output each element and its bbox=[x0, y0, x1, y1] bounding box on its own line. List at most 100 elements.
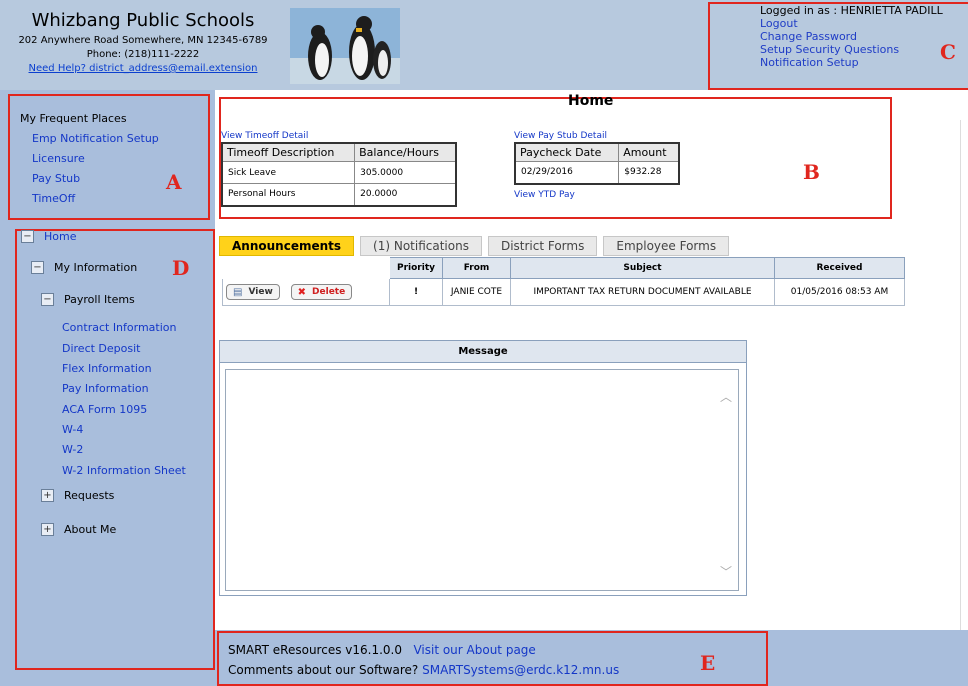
table-row: Personal Hours 20.0000 bbox=[221, 183, 457, 206]
freq-licensure[interactable]: Licensure bbox=[32, 152, 85, 165]
tab-bar: Announcements (1) Notifications District… bbox=[219, 236, 735, 256]
table-row: Sick Leave 305.0000 bbox=[221, 161, 457, 184]
col-from: From bbox=[442, 257, 511, 279]
row-actions: ▤ View ✖ Delete bbox=[222, 278, 390, 306]
announcements-table: Priority From Subject Received ▤ View ✖ De… bbox=[222, 257, 905, 306]
paystub-col-date: Paycheck Date bbox=[514, 142, 620, 162]
freq-pay-stub[interactable]: Pay Stub bbox=[32, 172, 80, 185]
scroll-up-icon[interactable]: ︿ bbox=[720, 388, 732, 405]
cell-from: JANIE COTE bbox=[442, 278, 511, 306]
delete-button-label: Delete bbox=[312, 287, 346, 297]
close-icon: ✖ bbox=[297, 286, 307, 298]
tree-my-information[interactable]: − My Information bbox=[31, 261, 137, 274]
link-pay-information[interactable]: Pay Information bbox=[62, 382, 149, 395]
callout-d: D bbox=[172, 256, 190, 280]
collapse-icon[interactable]: − bbox=[31, 261, 44, 274]
freq-timeoff[interactable]: TimeOff bbox=[32, 192, 75, 205]
message-header: Message bbox=[220, 341, 746, 363]
delete-button[interactable]: ✖ Delete bbox=[290, 284, 353, 300]
timeoff-col-description: Timeoff Description bbox=[221, 142, 356, 162]
collapse-icon[interactable]: − bbox=[21, 230, 34, 243]
tab-district-forms[interactable]: District Forms bbox=[487, 236, 598, 256]
page-title: Home bbox=[568, 93, 614, 109]
security-questions-link[interactable]: Setup Security Questions bbox=[760, 43, 968, 56]
version-text: SMART eResources v16.1.0.0 bbox=[228, 643, 402, 657]
view-button[interactable]: ▤ View bbox=[226, 284, 280, 300]
page: Whizbang Public Schools 202 Anywhere Roa… bbox=[0, 0, 968, 686]
table-cell: 02/29/2016 bbox=[514, 161, 620, 184]
school-phone: Phone: (218)111-2222 bbox=[86, 49, 200, 60]
support-email-link[interactable]: SMARTSystems@erdc.k12.mn.us bbox=[422, 663, 619, 677]
tree-payroll-items-label: Payroll Items bbox=[64, 293, 135, 306]
tree-payroll-items[interactable]: − Payroll Items bbox=[41, 293, 135, 306]
expand-icon[interactable]: + bbox=[41, 523, 54, 536]
link-w2[interactable]: W-2 bbox=[62, 443, 83, 456]
link-direct-deposit[interactable]: Direct Deposit bbox=[62, 342, 140, 355]
callout-c: C bbox=[940, 40, 956, 64]
view-timeoff-detail-link[interactable]: View Timeoff Detail bbox=[221, 131, 308, 141]
paystub-table: Paycheck Date Amount 02/29/2016 $932.28 bbox=[514, 142, 680, 185]
callout-box-e bbox=[217, 631, 768, 686]
school-info: Whizbang Public Schools 202 Anywhere Roa… bbox=[0, 10, 286, 76]
col-priority: Priority bbox=[389, 257, 443, 279]
document-icon: ▤ bbox=[233, 286, 243, 298]
timeoff-col-balance: Balance/Hours bbox=[354, 142, 457, 162]
tree-about-me-label: About Me bbox=[64, 523, 117, 536]
link-contract-information[interactable]: Contract Information bbox=[62, 321, 177, 334]
link-aca-form-1095[interactable]: ACA Form 1095 bbox=[62, 403, 147, 416]
footer-version-line: SMART eResources v16.1.0.0 Visit our Abo… bbox=[228, 643, 536, 657]
table-cell: Personal Hours bbox=[221, 183, 356, 206]
tree-my-information-label: My Information bbox=[54, 261, 138, 274]
table-row: 02/29/2016 $932.28 bbox=[514, 161, 680, 184]
col-received: Received bbox=[774, 257, 905, 279]
freq-emp-notification-setup[interactable]: Emp Notification Setup bbox=[32, 132, 159, 145]
cell-priority: ! bbox=[389, 278, 443, 306]
header: Whizbang Public Schools 202 Anywhere Roa… bbox=[0, 0, 968, 90]
link-flex-information[interactable]: Flex Information bbox=[62, 362, 152, 375]
comments-text: Comments about our Software? bbox=[228, 663, 419, 677]
logout-link[interactable]: Logout bbox=[760, 17, 968, 30]
view-ytd-pay-link[interactable]: View YTD Pay bbox=[514, 190, 575, 200]
help-link[interactable]: Need Help? district_address@email.extens… bbox=[0, 62, 286, 76]
table-cell: 20.0000 bbox=[354, 183, 457, 206]
table-cell: 305.0000 bbox=[354, 161, 457, 184]
tab-employee-forms[interactable]: Employee Forms bbox=[603, 236, 730, 256]
collapse-icon[interactable]: − bbox=[41, 293, 54, 306]
school-address: 202 Anywhere Road Somewhere, MN 12345-67… bbox=[18, 35, 268, 46]
school-name: Whizbang Public Schools bbox=[31, 10, 255, 31]
tree-home[interactable]: − Home bbox=[21, 230, 76, 243]
view-pay-stub-detail-link[interactable]: View Pay Stub Detail bbox=[514, 131, 607, 141]
timeoff-table: Timeoff Description Balance/Hours Sick L… bbox=[221, 142, 457, 207]
actions-header bbox=[222, 257, 390, 279]
change-password-link[interactable]: Change Password bbox=[760, 30, 968, 43]
tree-requests-label: Requests bbox=[64, 489, 115, 502]
user-panel: Logged in as : HENRIETTA PADILL Logout C… bbox=[708, 2, 968, 90]
page-scrollbar[interactable] bbox=[960, 120, 968, 640]
callout-a: A bbox=[166, 170, 182, 194]
scroll-down-icon[interactable]: ﹀ bbox=[720, 563, 732, 580]
message-textarea[interactable]: ︿ ﹀ bbox=[225, 369, 739, 591]
link-w4[interactable]: W-4 bbox=[62, 423, 83, 436]
tab-announcements[interactable]: Announcements bbox=[219, 236, 355, 256]
expand-icon[interactable]: + bbox=[41, 489, 54, 502]
tab-notifications[interactable]: (1) Notifications bbox=[360, 236, 482, 256]
col-subject: Subject bbox=[510, 257, 775, 279]
tree-about-me[interactable]: + About Me bbox=[41, 523, 116, 536]
link-w2-information-sheet[interactable]: W-2 Information Sheet bbox=[62, 464, 186, 477]
cell-subject: IMPORTANT TAX RETURN DOCUMENT AVAILABLE bbox=[510, 278, 775, 306]
paystub-col-amount: Amount bbox=[618, 142, 680, 162]
message-panel: Message ︿ ﹀ bbox=[219, 340, 747, 596]
view-button-label: View bbox=[248, 287, 273, 297]
callout-e: E bbox=[700, 651, 716, 675]
tree-requests[interactable]: + Requests bbox=[41, 489, 114, 502]
callout-b: B bbox=[803, 160, 820, 184]
frequent-places-title: My Frequent Places bbox=[20, 112, 127, 125]
tree-home-label: Home bbox=[44, 230, 77, 243]
table-cell: Sick Leave bbox=[221, 161, 356, 184]
table-row[interactable]: ▤ View ✖ Delete ! JANIE COTE IMPORTANT TAX… bbox=[222, 278, 905, 306]
penguins-logo bbox=[290, 8, 400, 84]
about-page-link[interactable]: Visit our About page bbox=[413, 643, 535, 657]
logged-in-text: Logged in as : HENRIETTA PADILL bbox=[760, 4, 943, 17]
cell-received: 01/05/2016 08:53 AM bbox=[774, 278, 905, 306]
notification-setup-link[interactable]: Notification Setup bbox=[760, 56, 968, 69]
